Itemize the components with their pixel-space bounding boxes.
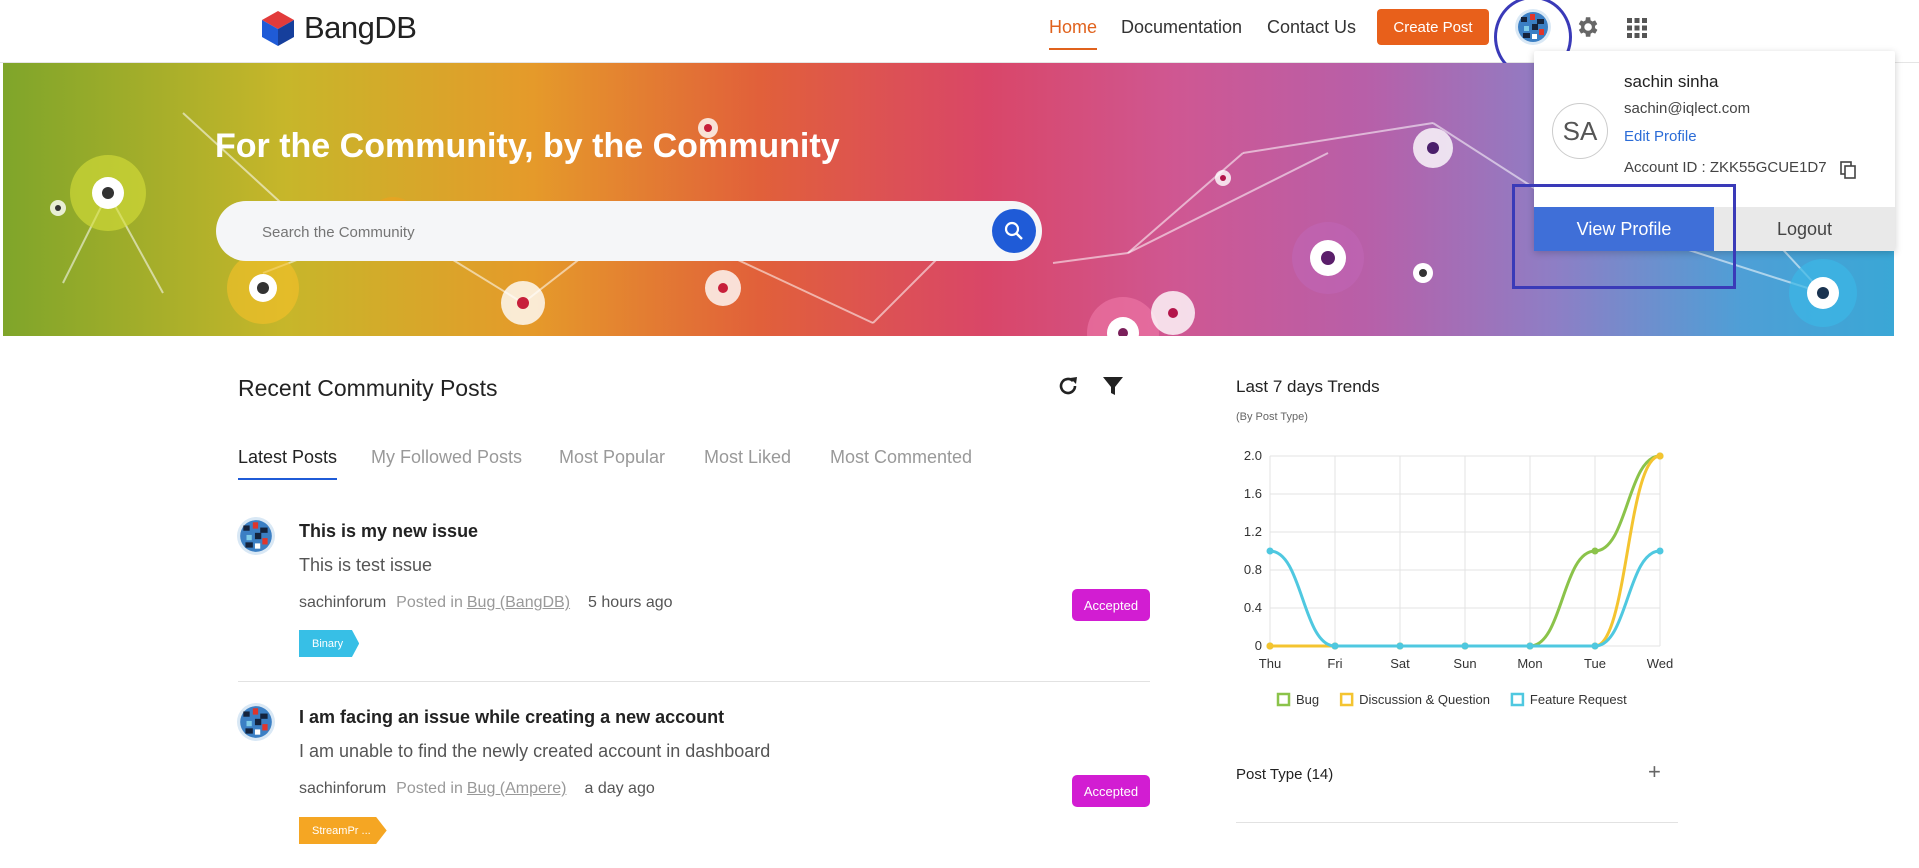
trends-line-chart: 0 0.4 0.8 1.2 1.6 2.0 Thu Fri Sat Sun Mon Tue Wed Bug…	[1244, 448, 1674, 707]
hero-title: For the Community, by the Community	[215, 127, 840, 165]
filter-icon[interactable]	[1102, 375, 1124, 402]
y-tick-label: 0.8	[1244, 562, 1262, 577]
post-tag[interactable]: StreamPr ...	[299, 817, 387, 844]
data-point	[1266, 642, 1274, 650]
legend-swatch	[1339, 692, 1354, 707]
x-tick-label: Sat	[1390, 656, 1410, 671]
post-time: a day ago	[584, 780, 655, 797]
post-title[interactable]: I am facing an issue while creating a ne…	[299, 707, 724, 728]
post-description: I am unable to find the newly created ac…	[299, 741, 771, 761]
logout-button[interactable]: Logout	[1714, 207, 1895, 251]
legend-swatch	[1276, 692, 1291, 707]
recent-posts-title: Recent Community Posts	[238, 375, 498, 401]
post-title[interactable]: This is my new issue	[299, 521, 478, 542]
y-tick-label: 0	[1255, 638, 1262, 653]
post-author-avatar[interactable]	[237, 517, 275, 555]
data-point	[1331, 642, 1339, 650]
tab-most-popular[interactable]: Most Popular	[559, 447, 665, 468]
profile-email: sachin@iqlect.com	[1624, 100, 1751, 117]
tab-my-followed-posts[interactable]: My Followed Posts	[371, 447, 522, 468]
post-category-link[interactable]: Bug (BangDB)	[467, 594, 570, 612]
search-button[interactable]	[992, 209, 1036, 253]
legend-label: Feature Request	[1530, 692, 1627, 707]
apps-grid-icon[interactable]	[1626, 17, 1648, 44]
data-point	[1656, 547, 1664, 555]
posted-in-label: Posted in	[396, 780, 463, 797]
data-point	[1266, 547, 1274, 555]
sidebar-divider	[1236, 822, 1678, 823]
tab-latest-posts[interactable]: Latest Posts	[238, 447, 338, 480]
x-tick-label: Thu	[1259, 656, 1281, 671]
legend-label: Bug	[1296, 692, 1319, 707]
post-meta: sachinforum Posted in Bug (Ampere) a day…	[299, 780, 655, 798]
x-tick-label: Mon	[1517, 656, 1542, 671]
post-time: 5 hours ago	[588, 594, 673, 611]
legend-label: Discussion & Question	[1359, 692, 1490, 707]
profile-initials-avatar: SA	[1552, 103, 1608, 159]
posted-in-label: Posted in	[396, 594, 463, 611]
profile-name: sachin sinha	[1624, 72, 1719, 91]
status-badge: Accepted	[1072, 775, 1150, 807]
trends-subtitle: (By Post Type)	[1236, 411, 1308, 423]
nav-contact-link[interactable]: Contact Us	[1267, 17, 1356, 38]
post-meta: sachinforum Posted in Bug (BangDB) 5 hou…	[299, 594, 673, 612]
account-id: Account ID : ZKK55GCUE1D7	[1624, 159, 1827, 176]
x-tick-label: Tue	[1584, 656, 1606, 671]
data-point	[1656, 452, 1664, 460]
legend-swatch	[1510, 692, 1525, 707]
y-tick-label: 1.2	[1244, 524, 1262, 539]
data-point	[1461, 642, 1469, 650]
x-tick-label: Sun	[1453, 656, 1476, 671]
y-tick-label: 2.0	[1244, 448, 1262, 463]
x-tick-label: Fri	[1327, 656, 1342, 671]
tab-most-commented[interactable]: Most Commented	[830, 447, 972, 468]
expand-plus-icon[interactable]: +	[1648, 759, 1661, 785]
search-input[interactable]	[260, 201, 964, 263]
bangdb-logo[interactable]: BangDB	[258, 8, 417, 48]
avatar-pattern-icon	[237, 517, 275, 555]
post-divider	[238, 681, 1150, 682]
nav-documentation-link[interactable]: Documentation	[1121, 17, 1242, 38]
data-point	[1591, 642, 1599, 650]
y-tick-label: 0.4	[1244, 600, 1262, 615]
data-point	[1396, 642, 1404, 650]
search-icon	[1004, 221, 1023, 240]
post-author[interactable]: sachinforum	[299, 594, 386, 612]
post-tag[interactable]: Binary	[299, 630, 360, 657]
data-point	[1526, 642, 1534, 650]
trends-title: Last 7 days Trends	[1236, 377, 1380, 396]
logo-cube-icon	[262, 11, 294, 46]
x-tick-label: Wed	[1647, 656, 1674, 671]
nav-home-link[interactable]: Home	[1049, 17, 1098, 50]
post-author-avatar[interactable]	[237, 703, 275, 741]
data-point	[1591, 547, 1599, 555]
logo-text: BangDB	[304, 10, 417, 45]
copy-icon[interactable]	[1840, 161, 1856, 184]
post-category-link[interactable]: Bug (Ampere)	[467, 780, 567, 798]
y-tick-label: 1.6	[1244, 486, 1262, 501]
create-post-button[interactable]: Create Post	[1377, 9, 1489, 45]
avatar-pattern-icon	[237, 703, 275, 741]
edit-profile-link[interactable]: Edit Profile	[1624, 128, 1697, 145]
settings-gear-icon[interactable]	[1574, 14, 1600, 45]
tab-most-liked[interactable]: Most Liked	[704, 447, 791, 468]
status-badge: Accepted	[1072, 589, 1150, 621]
community-search-bar	[216, 201, 1042, 263]
refresh-icon[interactable]	[1056, 374, 1080, 403]
post-author[interactable]: sachinforum	[299, 780, 386, 798]
post-type-filter-label[interactable]: Post Type (14)	[1236, 766, 1333, 783]
view-profile-highlight-box	[1512, 184, 1736, 289]
post-description: This is test issue	[299, 555, 433, 575]
